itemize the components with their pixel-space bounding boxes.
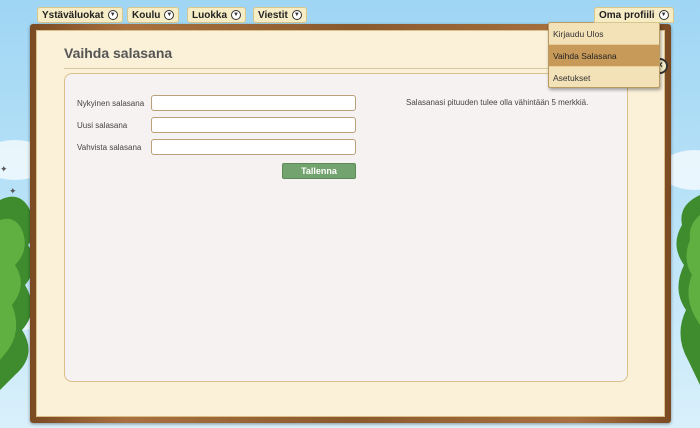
password-form-panel: Nykyinen salasana Uusi salasana Vahvista… <box>64 73 628 382</box>
current-password-label: Nykyinen salasana <box>77 99 145 108</box>
chevron-down-icon: ▼ <box>164 10 175 20</box>
nav-item-label: Luokka <box>192 9 228 21</box>
confirm-password-input[interactable] <box>151 139 356 155</box>
chevron-down-icon: ▼ <box>658 10 669 20</box>
profile-menu-button[interactable]: Oma profiili ▼ <box>594 7 674 23</box>
nav-item-luokka[interactable]: Luokka ▼ <box>187 7 247 23</box>
profile-dropdown-menu: Kirjaudu Ulos Vaihda Salasana Asetukset <box>548 22 660 88</box>
chevron-down-icon: ▼ <box>231 10 242 20</box>
password-length-info: Salasanasi pituuden tulee olla vähintään… <box>406 98 589 107</box>
new-password-input[interactable] <box>151 117 356 133</box>
new-password-label: Uusi salasana <box>77 121 128 130</box>
save-button[interactable]: Tallenna <box>282 163 356 179</box>
nav-item-viestit[interactable]: Viestit ▼ <box>253 7 307 23</box>
confirm-password-label: Vahvista salasana <box>77 143 142 152</box>
nav-item-ystavaluokat[interactable]: Ystäväluokat ▼ <box>37 7 123 23</box>
page-title: Vaihda salasana <box>64 45 173 61</box>
menu-item-change-password[interactable]: Vaihda Salasana <box>549 45 659 67</box>
menu-item-settings[interactable]: Asetukset <box>549 67 659 89</box>
current-password-input[interactable] <box>151 95 356 111</box>
bird-icon: ✦ <box>0 164 8 174</box>
nav-item-label: Viestit <box>258 9 288 21</box>
nav-item-koulu[interactable]: Koulu ▼ <box>127 7 180 23</box>
title-divider <box>64 68 624 69</box>
chevron-down-icon: ▼ <box>107 10 118 20</box>
menu-item-logout[interactable]: Kirjaudu Ulos <box>549 23 659 45</box>
chevron-down-icon: ▼ <box>291 10 302 20</box>
nav-item-label: Koulu <box>132 9 161 21</box>
foliage-right <box>676 195 700 385</box>
bird-icon: ✦ <box>9 186 17 196</box>
profile-menu-label: Oma profiili <box>599 9 655 21</box>
nav-item-label: Ystäväluokat <box>42 9 104 21</box>
